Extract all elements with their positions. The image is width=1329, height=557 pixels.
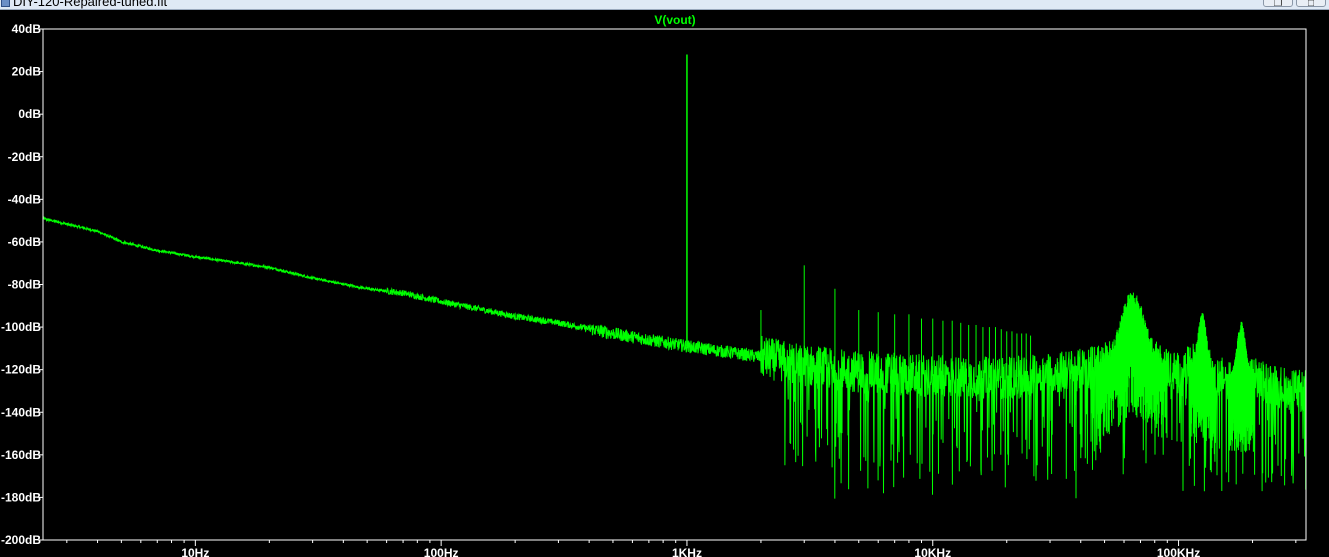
x-axis: 10Hz 100Hz 1KHz 10KHz 100KHz [66,540,1297,557]
y-tick-label: -120dB [1,363,41,377]
x-tick-label: 100KHz [1157,546,1200,557]
y-tick-label: 40dB [12,22,42,36]
y-tick-label: -80dB [8,278,42,292]
waveform-plot[interactable]: 40dB 20dB 0dB -20dB -40dB -60dB -80dB -100dB -12… [0,0,1329,557]
y-tick-label: 0dB [18,107,41,121]
x-tick-label: 10KHz [914,546,951,557]
chart-title[interactable]: V(vout) [654,13,695,27]
y-tick-label: -100dB [1,320,41,334]
plot-background [43,29,1306,540]
y-tick-label: -200dB [1,533,41,547]
x-tick-label: 10Hz [181,546,209,557]
y-tick-label: -20dB [8,150,42,164]
y-tick-label: -60dB [8,235,42,249]
x-tick-label: 1KHz [672,546,702,557]
y-tick-label: -140dB [1,405,41,419]
y-tick-label: 20dB [12,65,42,79]
y-tick-label: -160dB [1,448,41,462]
x-tick-label: 100Hz [424,546,459,557]
y-tick-label: -40dB [8,192,42,206]
y-axis: 40dB 20dB 0dB -20dB -40dB -60dB -80dB -100dB -12… [1,22,43,547]
y-tick-label: -180dB [1,490,41,504]
